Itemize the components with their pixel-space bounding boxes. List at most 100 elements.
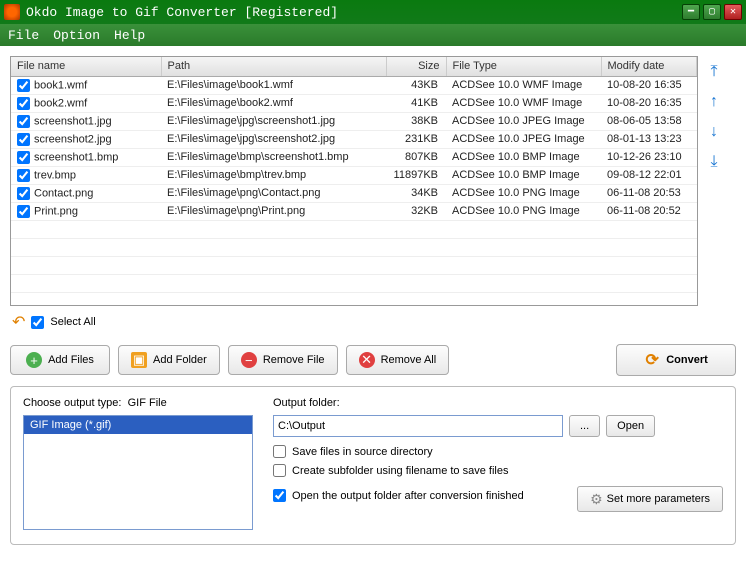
row-path: E:\Files\image\book2.wmf [161, 94, 386, 112]
row-size: 11897KB [386, 166, 446, 184]
row-path: E:\Files\image\bmp\screenshot1.bmp [161, 148, 386, 166]
table-row[interactable]: Contact.pngE:\Files\image\png\Contact.pn… [11, 184, 697, 202]
row-checkbox[interactable] [17, 97, 30, 110]
row-type: ACDSee 10.0 PNG Image [446, 202, 601, 220]
remove-all-label: Remove All [381, 354, 437, 366]
row-type: ACDSee 10.0 WMF Image [446, 94, 601, 112]
table-row[interactable]: Print.pngE:\Files\image\png\Print.png32K… [11, 202, 697, 220]
output-type-list[interactable]: GIF Image (*.gif) [23, 415, 253, 530]
row-type: ACDSee 10.0 JPEG Image [446, 130, 601, 148]
set-more-parameters-button[interactable]: ⚙ Set more parameters [577, 486, 723, 512]
row-path: E:\Files\image\png\Print.png [161, 202, 386, 220]
row-path: E:\Files\image\png\Contact.png [161, 184, 386, 202]
row-size: 231KB [386, 130, 446, 148]
table-row[interactable]: book2.wmfE:\Files\image\book2.wmf41KBACD… [11, 94, 697, 112]
title-bar: Okdo Image to Gif Converter [Registered]… [0, 0, 746, 24]
row-size: 32KB [386, 202, 446, 220]
table-row[interactable]: screenshot1.bmpE:\Files\image\bmp\screen… [11, 148, 697, 166]
save-in-source-label: Save files in source directory [292, 446, 433, 458]
row-size: 38KB [386, 112, 446, 130]
col-name[interactable]: File name [11, 57, 161, 76]
col-type[interactable]: File Type [446, 57, 601, 76]
menu-file[interactable]: File [8, 28, 39, 43]
table-row[interactable]: screenshot1.jpgE:\Files\image\jpg\screen… [11, 112, 697, 130]
row-checkbox[interactable] [17, 169, 30, 182]
output-type-label: Choose output type: [23, 397, 121, 409]
browse-button[interactable]: ... [569, 415, 600, 437]
table-row [11, 274, 697, 292]
row-checkbox[interactable] [17, 115, 30, 128]
remove-file-button[interactable]: − Remove File [228, 345, 338, 375]
row-path: E:\Files\image\book1.wmf [161, 76, 386, 94]
minimize-button[interactable]: ━ [682, 4, 700, 20]
row-path: E:\Files\image\bmp\trev.bmp [161, 166, 386, 184]
row-date: 10-12-26 23:10 [601, 148, 697, 166]
col-size[interactable]: Size [386, 57, 446, 76]
row-date: 10-08-20 16:35 [601, 76, 697, 94]
menu-option[interactable]: Option [53, 28, 100, 43]
row-date: 10-08-20 16:35 [601, 94, 697, 112]
table-row [11, 238, 697, 256]
col-path[interactable]: Path [161, 57, 386, 76]
convert-button[interactable]: ⟳ Convert [616, 344, 736, 376]
convert-label: Convert [666, 354, 708, 366]
output-folder-input[interactable] [273, 415, 563, 437]
folder-icon: ▣ [131, 352, 147, 368]
menu-bar: File Option Help [0, 24, 746, 46]
table-row [11, 256, 697, 274]
row-date: 08-06-05 13:58 [601, 112, 697, 130]
row-size: 807KB [386, 148, 446, 166]
minus-icon: − [241, 352, 257, 368]
row-date: 06-11-08 20:52 [601, 202, 697, 220]
row-type: ACDSee 10.0 WMF Image [446, 76, 601, 94]
row-type: ACDSee 10.0 JPEG Image [446, 112, 601, 130]
window-title: Okdo Image to Gif Converter [Registered] [26, 5, 682, 20]
x-icon: ✕ [359, 352, 375, 368]
add-folder-button[interactable]: ▣ Add Folder [118, 345, 220, 375]
maximize-button[interactable]: ▢ [703, 4, 721, 20]
plus-icon: + [26, 352, 42, 368]
row-checkbox[interactable] [17, 187, 30, 200]
output-folder-label: Output folder: [273, 397, 340, 409]
row-checkbox[interactable] [17, 79, 30, 92]
close-button[interactable]: ✕ [724, 4, 742, 20]
options-panel: Choose output type: GIF File GIF Image (… [10, 386, 736, 545]
add-files-button[interactable]: + Add Files [10, 345, 110, 375]
move-down-button[interactable]: ↓ [704, 122, 724, 142]
select-all-checkbox[interactable] [31, 316, 44, 329]
row-checkbox[interactable] [17, 133, 30, 146]
create-subfolder-checkbox[interactable] [273, 464, 286, 477]
create-subfolder-label: Create subfolder using filename to save … [292, 465, 508, 477]
select-all-label: Select All [50, 316, 95, 328]
app-icon [4, 4, 20, 20]
row-checkbox[interactable] [17, 205, 30, 218]
row-type: ACDSee 10.0 BMP Image [446, 148, 601, 166]
open-folder-button[interactable]: Open [606, 415, 655, 437]
table-header-row: File name Path Size File Type Modify dat… [11, 57, 697, 76]
move-top-button[interactable]: ⤒ [704, 62, 724, 82]
row-checkbox[interactable] [17, 151, 30, 164]
remove-file-label: Remove File [263, 354, 325, 366]
row-type: ACDSee 10.0 PNG Image [446, 184, 601, 202]
row-path: E:\Files\image\jpg\screenshot2.jpg [161, 130, 386, 148]
move-up-button[interactable]: ↑ [704, 92, 724, 112]
row-size: 34KB [386, 184, 446, 202]
table-row [11, 220, 697, 238]
output-type-option[interactable]: GIF Image (*.gif) [24, 416, 252, 434]
add-folder-label: Add Folder [153, 354, 207, 366]
add-files-label: Add Files [48, 354, 94, 366]
col-date[interactable]: Modify date [601, 57, 697, 76]
table-row[interactable]: trev.bmpE:\Files\image\bmp\trev.bmp11897… [11, 166, 697, 184]
row-path: E:\Files\image\jpg\screenshot1.jpg [161, 112, 386, 130]
row-date: 06-11-08 20:53 [601, 184, 697, 202]
open-after-checkbox[interactable] [273, 489, 286, 502]
move-bottom-button[interactable]: ⤓ [704, 152, 724, 172]
table-row[interactable]: screenshot2.jpgE:\Files\image\jpg\screen… [11, 130, 697, 148]
gear-icon: ⚙ [590, 491, 603, 508]
file-table[interactable]: File name Path Size File Type Modify dat… [10, 56, 698, 306]
save-in-source-checkbox[interactable] [273, 445, 286, 458]
table-row[interactable]: book1.wmfE:\Files\image\book1.wmf43KBACD… [11, 76, 697, 94]
up-folder-icon[interactable]: ↶ [12, 312, 25, 332]
menu-help[interactable]: Help [114, 28, 145, 43]
remove-all-button[interactable]: ✕ Remove All [346, 345, 450, 375]
